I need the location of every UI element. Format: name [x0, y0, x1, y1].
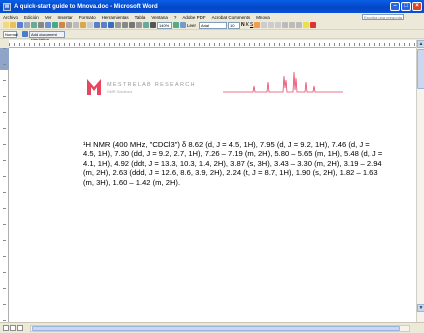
read-icon[interactable] [180, 22, 186, 28]
menu-insertar[interactable]: Insertar [58, 15, 73, 20]
menu-help[interactable]: ? [174, 15, 177, 20]
menu-ventana[interactable]: Ventana [151, 15, 168, 20]
open-icon[interactable] [10, 22, 16, 28]
web-view-icon[interactable] [10, 325, 16, 331]
vertical-scroll-thumb[interactable] [417, 49, 424, 89]
cut-icon[interactable] [66, 22, 72, 28]
normal-view-icon[interactable] [3, 325, 9, 331]
email-icon[interactable] [31, 22, 37, 28]
print-icon[interactable] [38, 22, 44, 28]
document-page[interactable]: MESTRELAB RESEARCH NMR Solutions ¹H NMR … [9, 48, 416, 322]
permission-icon[interactable] [24, 22, 30, 28]
bold-button[interactable]: N [241, 22, 245, 28]
zoom-select[interactable]: 140% [157, 21, 172, 29]
print-view-icon[interactable] [17, 325, 23, 331]
menu-herramientas[interactable]: Herramientas [102, 15, 129, 20]
show-hide-icon[interactable] [150, 22, 156, 28]
tables-borders-icon[interactable] [115, 22, 121, 28]
undo-icon[interactable] [94, 22, 100, 28]
research-icon[interactable] [59, 22, 65, 28]
nmr-spectrum-image [223, 71, 343, 93]
menu-mnova[interactable]: Mnova [256, 15, 270, 20]
scroll-up-arrow-icon[interactable]: ▲ [417, 40, 424, 48]
print-preview-icon[interactable] [45, 22, 51, 28]
paste-icon[interactable] [80, 22, 86, 28]
brand-name: MESTRELAB RESEARCH [107, 82, 196, 88]
maximize-button[interactable]: □ [401, 2, 411, 11]
font-select[interactable]: Arial [199, 21, 228, 29]
window-title: A quick-start guide to Mnova.doc - Micro… [14, 3, 158, 10]
align-right-icon[interactable] [268, 22, 275, 28]
help-search-input[interactable]: Escriba una pregunta [362, 14, 404, 20]
secondary-toolbar: Normal Add document simulation [0, 30, 424, 42]
brand-tagline: NMR Solutions [107, 90, 133, 94]
numbering-icon[interactable] [282, 22, 289, 28]
columns-icon[interactable] [136, 22, 142, 28]
highlight-icon[interactable] [303, 22, 310, 28]
insert-table-icon[interactable] [122, 22, 128, 28]
nmr-description[interactable]: ¹H NMR (400 MHz, "CDCl3") δ 8.62 (d, J =… [83, 140, 383, 187]
help-icon[interactable] [173, 22, 179, 28]
word-app-icon[interactable]: W [3, 2, 11, 11]
underline-button[interactable]: S [250, 22, 253, 28]
font-size-select[interactable]: 10 [228, 21, 241, 29]
menu-tabla[interactable]: Tabla [135, 15, 146, 20]
justify-icon[interactable] [275, 22, 282, 28]
ruler-ticks [9, 43, 416, 46]
scroll-down-arrow-icon[interactable]: ▼ [417, 304, 424, 312]
italic-button[interactable]: K [246, 22, 249, 28]
spelling-icon[interactable] [52, 22, 58, 28]
bullets-icon[interactable] [289, 22, 296, 28]
redo-icon[interactable] [101, 22, 107, 28]
close-button[interactable]: × [412, 2, 422, 11]
new-icon[interactable] [3, 22, 9, 28]
menu-edicion[interactable]: Edición [24, 15, 39, 20]
vertical-ruler-ticks [3, 48, 6, 322]
view-buttons [3, 325, 23, 331]
vertical-scrollbar[interactable]: ▲ ▼ [416, 40, 424, 322]
mnova-icon[interactable] [22, 31, 28, 37]
vertical-ruler[interactable] [0, 48, 9, 322]
menu-adobe-pdf[interactable]: Adobe PDF [182, 15, 205, 20]
read-label[interactable]: Leer [187, 23, 196, 28]
menu-ver[interactable]: Ver [45, 15, 52, 20]
font-color-icon[interactable] [310, 22, 317, 28]
style-select[interactable]: Normal [3, 30, 18, 38]
minimize-button[interactable]: – [390, 2, 400, 11]
format-painter-icon[interactable] [87, 22, 93, 28]
menu-formato[interactable]: Formato [79, 15, 96, 20]
menu-archivo[interactable]: Archivo [3, 15, 18, 20]
window-controls: – □ × [390, 2, 422, 11]
drawing-icon[interactable] [143, 22, 149, 28]
copy-icon[interactable] [73, 22, 79, 28]
horizontal-ruler[interactable] [9, 40, 416, 48]
horizontal-scrollbar[interactable] [0, 322, 424, 333]
align-center-icon[interactable] [261, 22, 268, 28]
indent-icon[interactable] [296, 22, 303, 28]
task-pane-button[interactable]: Add document simulation [29, 30, 65, 42]
word-window: W A quick-start guide to Mnova.doc - Mic… [0, 0, 424, 333]
standard-toolbar: 140% Leer Arial 10 N K S [0, 21, 424, 30]
menu-acrobat-comments[interactable]: Acrobat Comments [212, 15, 251, 20]
hyperlink-icon[interactable] [108, 22, 114, 28]
align-left-icon[interactable] [254, 22, 261, 28]
horizontal-scroll-thumb[interactable] [32, 326, 400, 331]
title-bar: W A quick-start guide to Mnova.doc - Mic… [0, 0, 424, 13]
menu-bar: Archivo Edición Ver Insertar Formato Her… [0, 13, 424, 21]
insert-excel-icon[interactable] [129, 22, 135, 28]
horizontal-scroll-track[interactable] [30, 325, 410, 332]
save-icon[interactable] [17, 22, 23, 28]
